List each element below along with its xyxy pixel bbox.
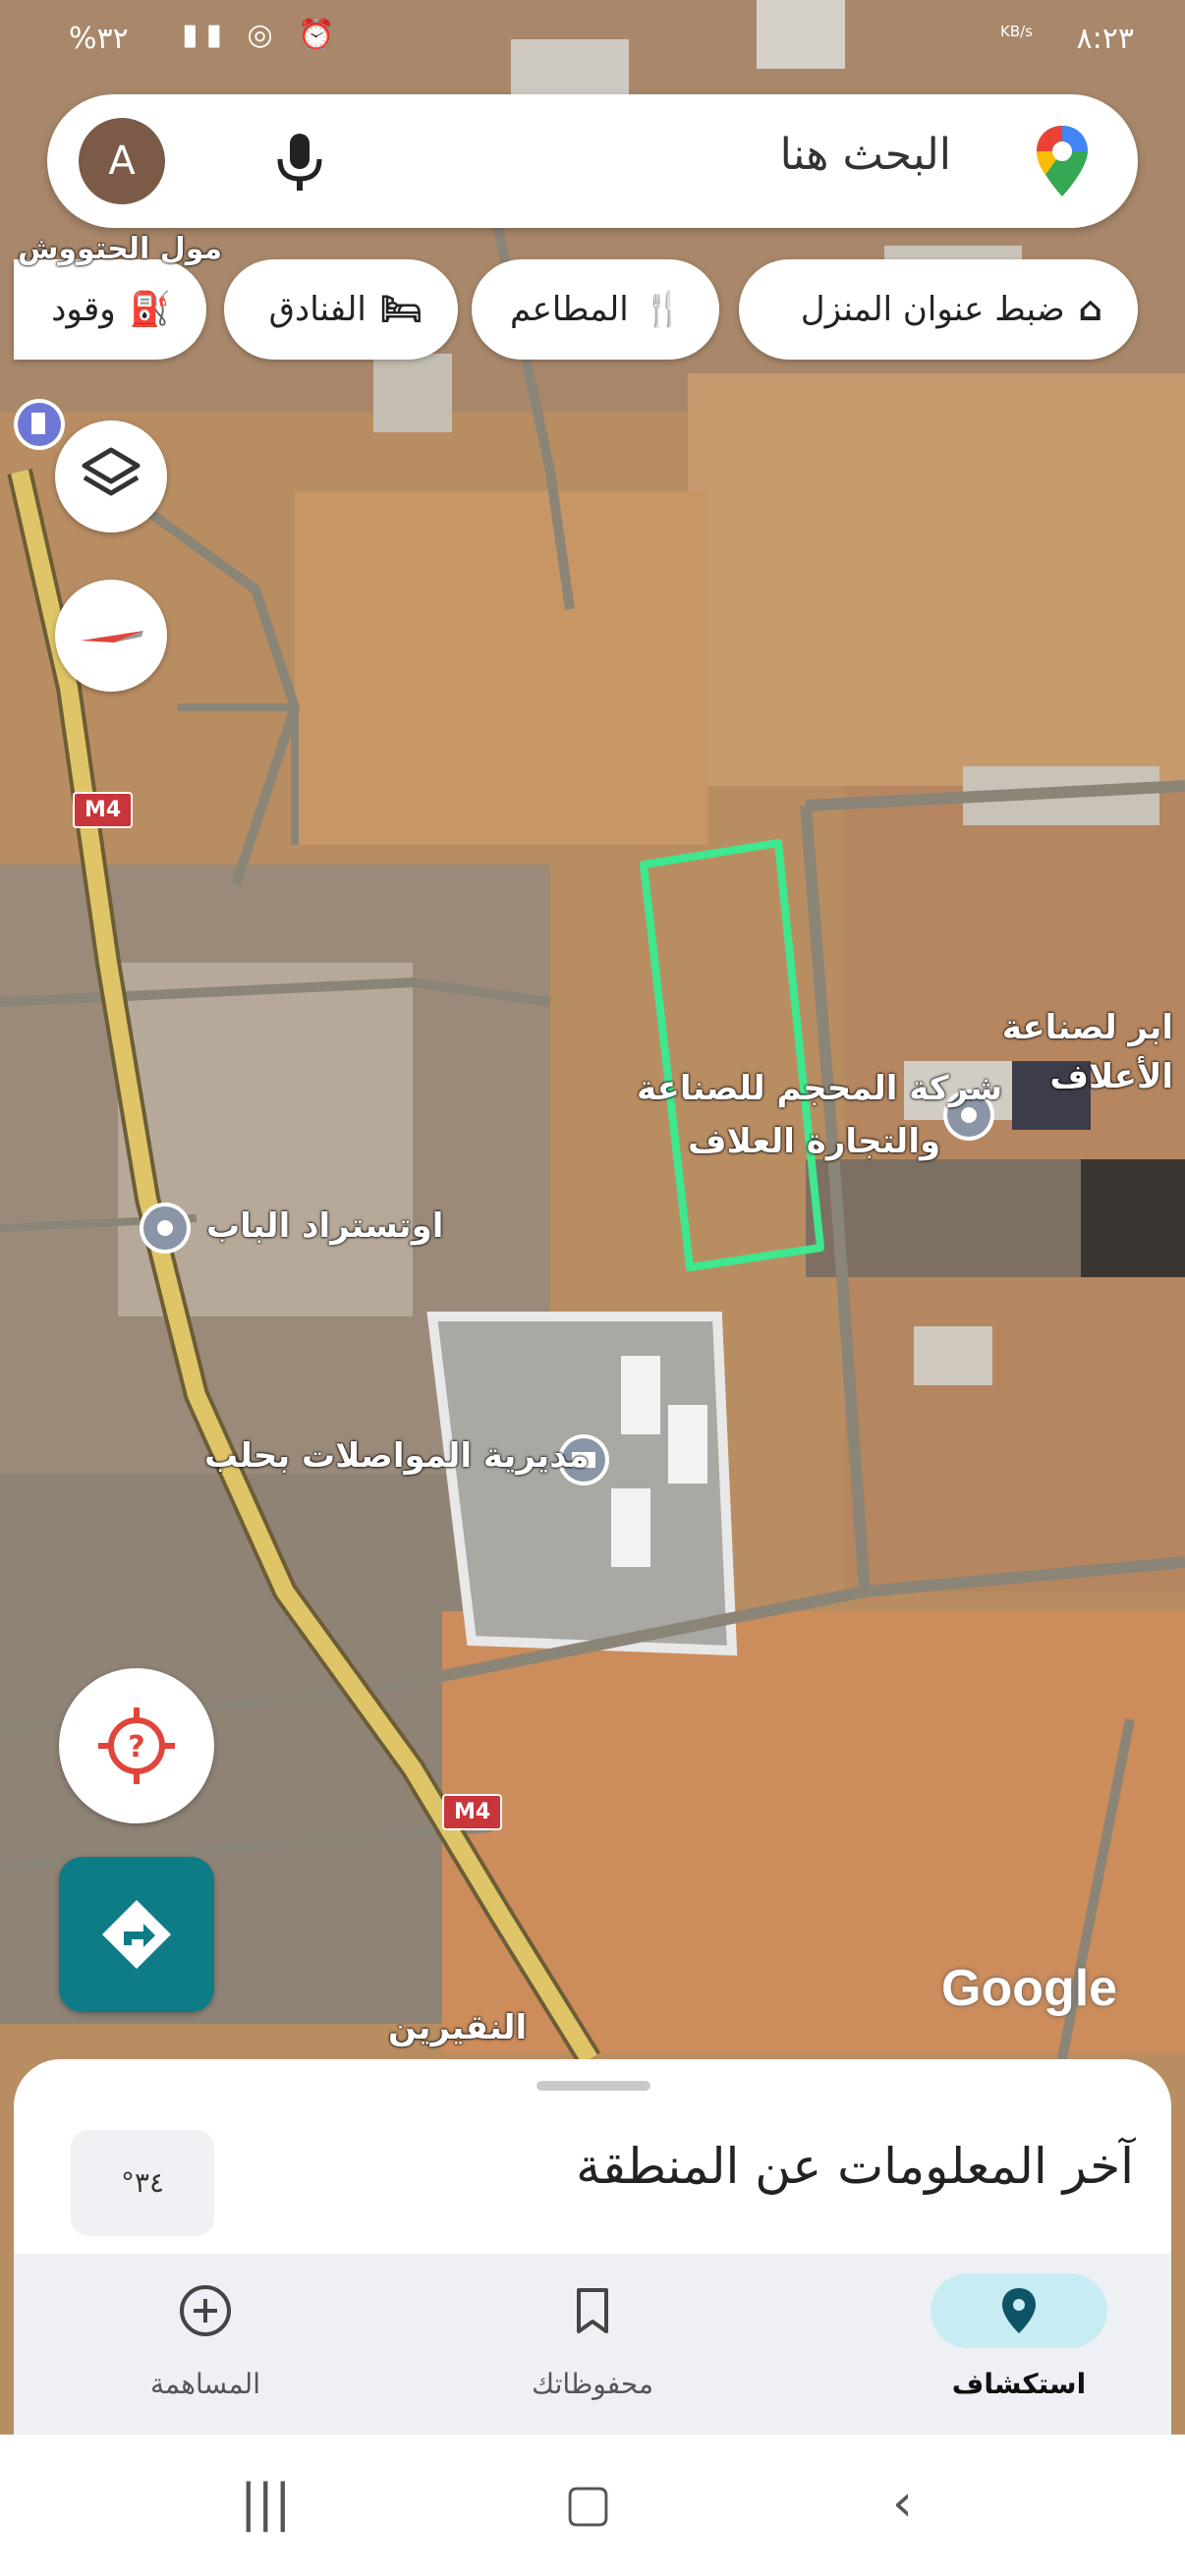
tab-explore[interactable]: استكشاف <box>896 2273 1142 2400</box>
compass-button[interactable] <box>55 580 167 692</box>
map-label-telecom-directorate[interactable]: مديرية المواصلات بحلب <box>204 1436 590 1476</box>
compass-icon <box>81 631 143 643</box>
map-label-naqarin[interactable]: النقيرين <box>388 2008 527 2047</box>
location-unavailable-icon: ? <box>98 1708 175 1784</box>
tab-saved-label: محفوظاتك <box>532 2368 653 2400</box>
area-info-sheet[interactable]: °٣٤ آخر المعلومات عن المنطقة <box>14 2059 1171 2266</box>
map-label-feed-factory[interactable]: ابر لصناعة <box>1002 1008 1173 1047</box>
map-label-bab-highway[interactable]: اوتستراد الباب <box>206 1206 443 1246</box>
chip-restaurants[interactable]: 🍴 المطاعم <box>472 259 719 360</box>
chip-label: المطاعم <box>510 290 629 329</box>
home-icon: ⌂ <box>1078 290 1102 329</box>
tab-contribute[interactable]: المساهمة <box>83 2273 328 2400</box>
map-label-company[interactable]: شركة المحجم للصناعة <box>637 1069 1002 1108</box>
explore-pin-icon <box>931 2273 1107 2348</box>
hotel-icon: 🛏 <box>379 290 423 329</box>
svg-text:?: ? <box>128 1730 144 1764</box>
search-input[interactable]: البحث هنا <box>780 130 951 180</box>
chip-label: الفنادق <box>268 290 367 329</box>
tab-saved[interactable]: محفوظاتك <box>470 2273 715 2400</box>
directions-icon <box>102 1900 171 1969</box>
layers-icon <box>82 447 141 496</box>
status-time: ٨:٢٣ <box>1076 22 1134 56</box>
home-button-icon[interactable]: ▢ <box>564 2474 612 2533</box>
chip-label: وقود <box>51 290 116 329</box>
google-attribution: Google <box>941 1960 1118 2017</box>
google-maps-logo-icon <box>1037 126 1088 196</box>
recent-apps-icon[interactable]: ||| <box>240 2474 292 2533</box>
road-shield-m4: M4 <box>73 792 134 828</box>
map-label-mall[interactable]: مول الحتووش <box>18 232 222 266</box>
status-bar: ٨:٢٣ KB/s %٣٢ ▮▮ ◎ ⏰ <box>0 0 1185 79</box>
layers-button[interactable] <box>55 420 167 532</box>
chip-hotels[interactable]: 🛏 الفنادق <box>224 259 458 360</box>
weather-temperature: °٣٤ <box>71 2130 214 2236</box>
battery-level: %٣٢ <box>69 22 129 56</box>
my-location-button[interactable]: ? <box>59 1668 214 1823</box>
tab-explore-label: استكشاف <box>951 2368 1087 2400</box>
bottom-navigation: استكشاف محفوظاتك المساهمة <box>14 2254 1171 2435</box>
directions-button[interactable] <box>59 1857 214 2012</box>
fuel-icon: ⛽ <box>129 290 171 329</box>
sheet-drag-handle[interactable] <box>536 2081 650 2091</box>
sheet-title: آخر المعلومات عن المنطقة <box>576 2138 1134 2195</box>
signal-icons: ▮▮ ◎ ⏰ <box>182 18 343 52</box>
bookmark-icon <box>504 2273 681 2348</box>
mic-icon[interactable] <box>265 128 334 196</box>
tab-contribute-label: المساهمة <box>150 2368 260 2400</box>
chip-fuel[interactable]: ⛽ وقود <box>14 259 206 360</box>
system-navigation-bar: ||| ▢ ‹ <box>0 2435 1185 2576</box>
network-speed: KB/s <box>1000 23 1033 40</box>
add-circle-icon <box>117 2273 294 2348</box>
restaurant-icon: 🍴 <box>642 290 684 329</box>
account-avatar[interactable]: A <box>79 118 165 204</box>
map-label-company-line2[interactable]: والتجارة العلاف <box>688 1122 940 1161</box>
map-label-feed-factory-line2[interactable]: الأعلاف <box>1049 1057 1173 1096</box>
road-shield-m4: M4 <box>442 1794 503 1830</box>
chip-set-home[interactable]: ⌂ ضبط عنوان المنزل <box>739 259 1138 360</box>
chip-label: ضبط عنوان المنزل <box>800 290 1065 329</box>
back-icon[interactable]: ‹ <box>892 2474 913 2533</box>
search-bar[interactable]: A البحث هنا <box>47 94 1138 228</box>
